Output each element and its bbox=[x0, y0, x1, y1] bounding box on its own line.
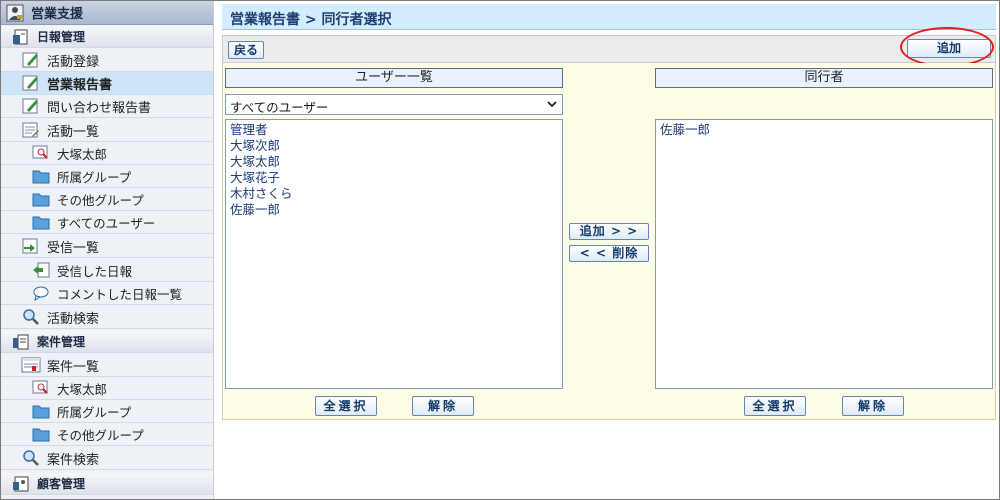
folder-icon bbox=[31, 402, 51, 420]
sidebar-item-user-self[interactable]: 大塚太郎 bbox=[1, 142, 213, 165]
section-deal-label: 案件管理 bbox=[37, 335, 86, 349]
sales-person-icon bbox=[5, 4, 25, 22]
sidebar-item-inbox[interactable]: 受信一覧 bbox=[1, 235, 213, 258]
sidebar-item-label: 受信一覧 bbox=[47, 240, 100, 256]
sidebar-item-activity-list[interactable]: 活動一覧 bbox=[1, 119, 213, 142]
clear-companions-button[interactable]: 解除 bbox=[842, 396, 904, 416]
comment-bubble-icon bbox=[31, 284, 51, 302]
pencil-form-icon bbox=[21, 74, 41, 92]
remove-companion-button[interactable]: < < 削除 bbox=[569, 245, 649, 262]
user-search-icon bbox=[31, 379, 51, 397]
list-document-icon bbox=[21, 121, 41, 139]
sidebar-item-label: その他グループ bbox=[57, 427, 144, 443]
sidebar-item-label: 大塚太郎 bbox=[57, 146, 108, 162]
sidebar-item-label: 所属グループ bbox=[57, 169, 132, 185]
sidebar-item-deal-own-group[interactable]: 所属グループ bbox=[1, 400, 213, 423]
sidebar-item-other-group[interactable]: その他グループ bbox=[1, 188, 213, 211]
section-daily-report[interactable]: 日報管理 bbox=[1, 26, 213, 48]
companions-listbox[interactable]: 佐藤一郎 bbox=[655, 119, 993, 389]
deal-management-icon bbox=[11, 333, 31, 351]
sidebar-item-label: 活動登録 bbox=[47, 54, 100, 70]
section-daily-label: 日報管理 bbox=[37, 30, 86, 44]
add-button[interactable]: 追加 bbox=[907, 39, 991, 58]
folder-icon bbox=[31, 167, 51, 185]
sidebar-item-commented-reports[interactable]: コメントした日報一覧 bbox=[1, 282, 213, 305]
sidebar-item-all-users[interactable]: すべてのユーザー bbox=[1, 211, 213, 234]
clear-users-button[interactable]: 解除 bbox=[412, 396, 474, 416]
page-title: 営業報告書 > 同行者選択 bbox=[222, 4, 996, 30]
user-search-icon bbox=[31, 144, 51, 162]
sidebar-item-label: 案件一覧 bbox=[47, 359, 100, 375]
list-item[interactable]: 大塚花子 bbox=[230, 170, 558, 186]
daily-report-icon bbox=[11, 28, 31, 46]
add-companion-button[interactable]: 追加 > > bbox=[569, 223, 649, 240]
pencil-form-icon bbox=[21, 51, 41, 69]
list-item[interactable]: 大塚次郎 bbox=[230, 138, 558, 154]
companions-header: 同行者 bbox=[655, 68, 993, 88]
list-item[interactable]: 佐藤一郎 bbox=[660, 122, 988, 138]
sidebar-item-label: 問い合わせ報告書 bbox=[47, 100, 152, 116]
sidebar-item-label: すべてのユーザー bbox=[57, 215, 156, 231]
app-title-label: 営業支援 bbox=[31, 7, 84, 22]
selection-area: ユーザー一覧 すべてのユーザー 管理者 大塚次郎 大塚太郎 大塚花子 木村さくら… bbox=[222, 63, 996, 420]
sidebar-item-label: その他グループ bbox=[57, 192, 144, 208]
select-all-users-button[interactable]: 全選択 bbox=[315, 396, 377, 416]
list-item[interactable]: 佐藤一郎 bbox=[230, 202, 558, 218]
pencil-form-icon bbox=[21, 97, 41, 115]
magnifier-icon bbox=[21, 449, 41, 467]
sidebar-item-label: 営業報告書 bbox=[47, 77, 113, 93]
list-item[interactable]: 大塚太郎 bbox=[230, 154, 558, 170]
folder-icon bbox=[31, 190, 51, 208]
sidebar-item-deal-search[interactable]: 案件検索 bbox=[1, 447, 213, 470]
sidebar-item-inquiry-report[interactable]: 問い合わせ報告書 bbox=[1, 95, 213, 118]
main-panel: 営業報告書 > 同行者選択 戻る 追加 ユーザー一覧 すべてのユーザー 管理者 … bbox=[222, 4, 996, 420]
select-all-companions-button[interactable]: 全選択 bbox=[744, 396, 806, 416]
user-list-header: ユーザー一覧 bbox=[225, 68, 563, 88]
folder-icon bbox=[31, 425, 51, 443]
sidebar-item-activity-register[interactable]: 活動登録 bbox=[1, 49, 213, 72]
sidebar-item-sales-report[interactable]: 営業報告書 bbox=[1, 72, 213, 95]
section-customer-label: 顧客管理 bbox=[37, 477, 86, 491]
user-filter-select[interactable]: すべてのユーザー bbox=[225, 94, 563, 115]
sidebar-item-deal-user-self[interactable]: 大塚太郎 bbox=[1, 377, 213, 400]
back-button[interactable]: 戻る bbox=[228, 41, 264, 59]
user-filter-value: すべてのユーザー bbox=[230, 100, 329, 115]
inbox-icon bbox=[21, 237, 41, 255]
toolbar: 戻る 追加 bbox=[222, 27, 996, 67]
section-deal-management[interactable]: 案件管理 bbox=[1, 331, 213, 353]
sidebar-app-title[interactable]: 営業支援 bbox=[1, 1, 213, 25]
user-listbox[interactable]: 管理者 大塚次郎 大塚太郎 大塚花子 木村さくら 佐藤一郎 bbox=[225, 119, 563, 389]
sidebar: 営業支援 日報管理 活動登録 営業報告書 問い合わせ報告書 活動一覧 大塚太郎 … bbox=[1, 1, 214, 499]
sidebar-item-label: 活動検索 bbox=[47, 311, 100, 327]
sidebar-item-label: 大塚太郎 bbox=[57, 381, 108, 397]
sidebar-item-own-group[interactable]: 所属グループ bbox=[1, 165, 213, 188]
list-item[interactable]: 管理者 bbox=[230, 122, 558, 138]
folder-icon bbox=[31, 213, 51, 231]
customer-management-icon bbox=[11, 475, 31, 493]
section-customer-management[interactable]: 顧客管理 bbox=[1, 473, 213, 495]
sidebar-item-label: 案件検索 bbox=[47, 452, 100, 468]
sidebar-item-activity-search[interactable]: 活動検索 bbox=[1, 306, 213, 329]
deal-list-icon bbox=[21, 356, 41, 374]
sidebar-item-deal-list[interactable]: 案件一覧 bbox=[1, 354, 213, 377]
sidebar-item-received-reports[interactable]: 受信した日報 bbox=[1, 259, 213, 282]
sidebar-item-label: 活動一覧 bbox=[47, 124, 100, 140]
sidebar-item-label: 所属グループ bbox=[57, 404, 132, 420]
chevron-down-icon bbox=[546, 98, 558, 113]
sidebar-item-label: コメントした日報一覧 bbox=[57, 286, 183, 302]
received-arrow-icon bbox=[31, 261, 51, 279]
list-item[interactable]: 木村さくら bbox=[230, 186, 558, 202]
sidebar-item-label: 受信した日報 bbox=[57, 263, 133, 279]
magnifier-icon bbox=[21, 308, 41, 326]
sidebar-item-deal-other-group[interactable]: その他グループ bbox=[1, 423, 213, 446]
